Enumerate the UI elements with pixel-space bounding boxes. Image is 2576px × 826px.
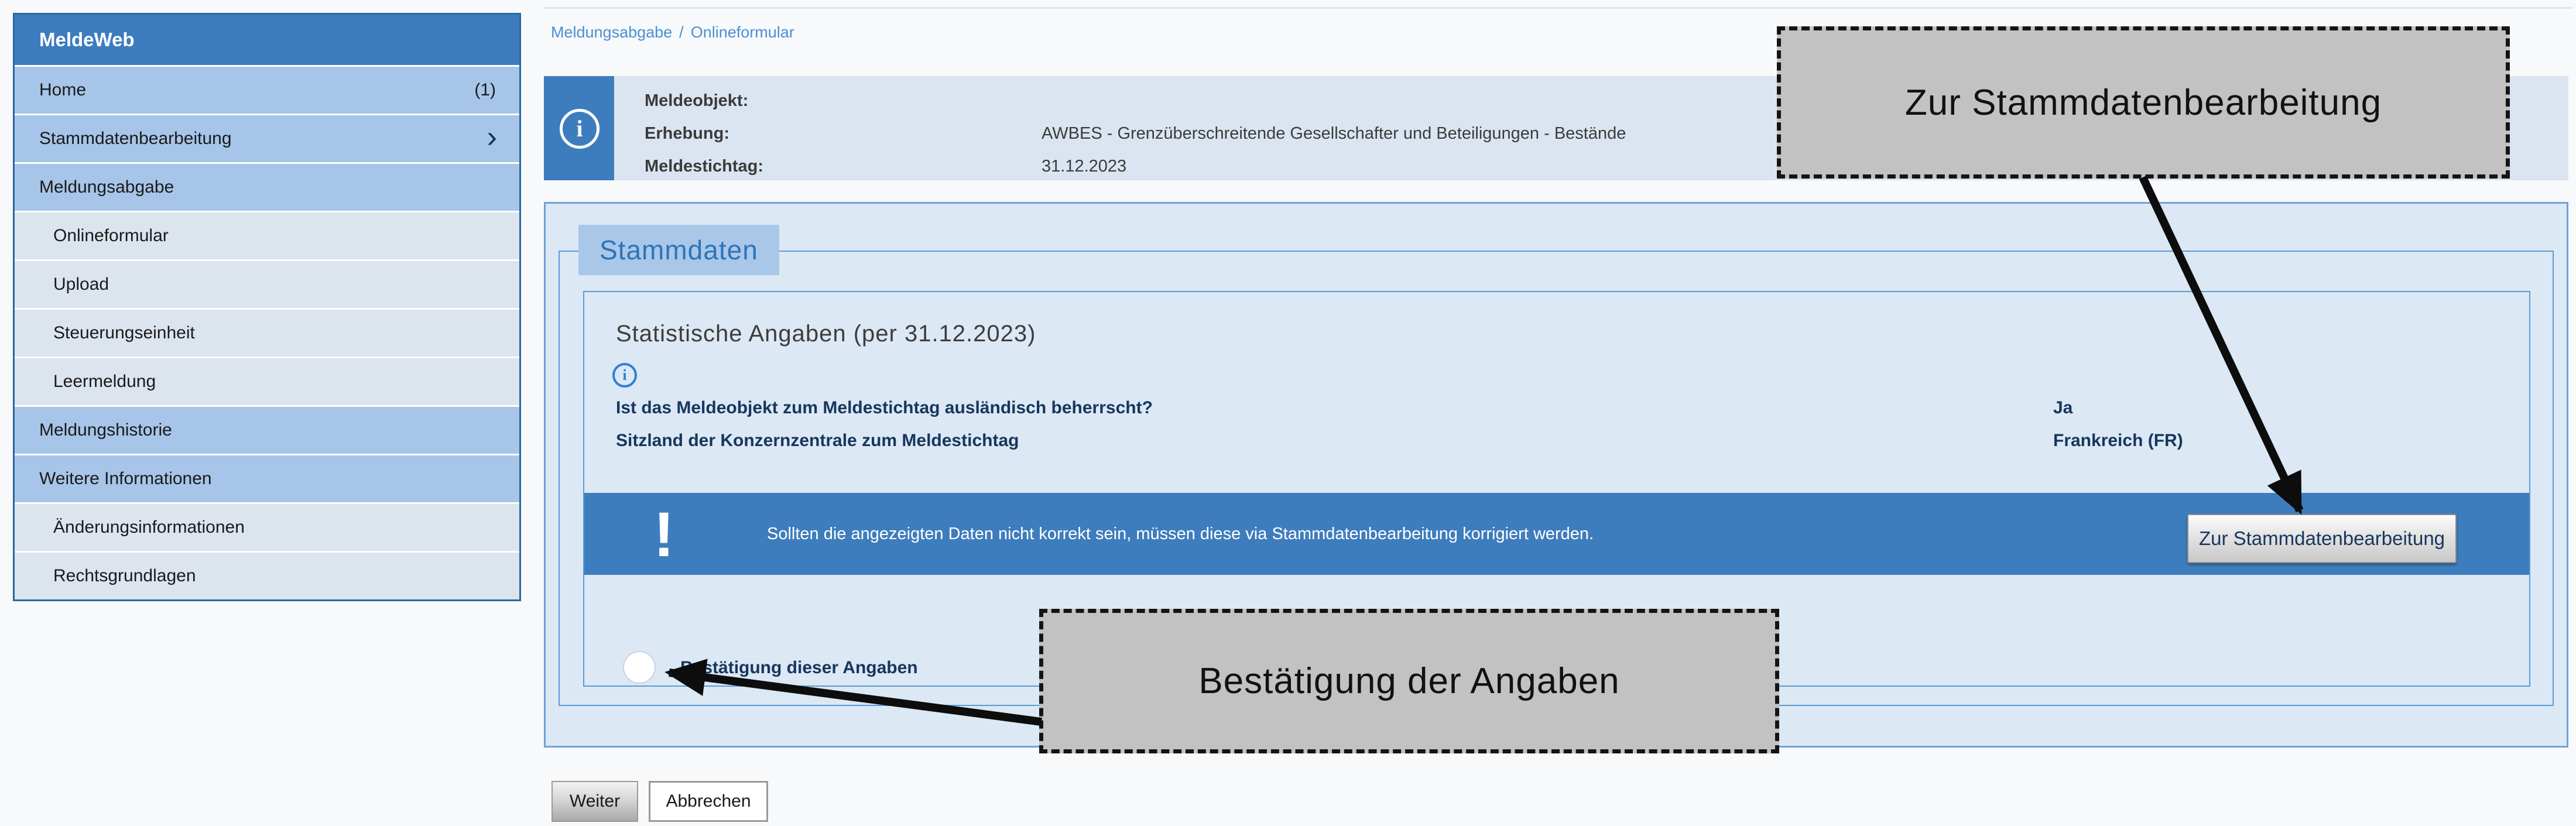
sidebar-item-label: Stammdatenbearbeitung (39, 129, 232, 148)
sidebar-item-label: Home (39, 80, 86, 100)
sidebar-item-meldungsabgabe[interactable]: Meldungsabgabe (15, 164, 519, 213)
sidebar-item-home[interactable]: Home (1) (15, 67, 519, 115)
erhebung-label: Erhebung: (645, 124, 729, 143)
sidebar-item-aenderungsinformationen[interactable]: Änderungsinformationen (15, 504, 519, 553)
meldestichtag-label: Meldestichtag: (645, 157, 763, 176)
info-row-erhebung: Erhebung: (645, 124, 729, 143)
chevron-right-icon: › (487, 115, 497, 159)
sidebar-item-rechtsgrundlagen[interactable]: Rechtsgrundlagen (15, 553, 519, 599)
callout-bestaetigung-der-angaben: Bestätigung der Angaben (1039, 609, 1779, 753)
question-sitzland-konzernzentrale: Sitzland der Konzernzentrale zum Meldest… (616, 431, 1019, 451)
confirm-radio-label: Bestätigung dieser Angaben (680, 658, 918, 678)
exclamation-icon: ! (653, 498, 674, 571)
sidebar-item-weitere-informationen[interactable]: Weitere Informationen (15, 455, 519, 504)
warning-banner: ! Sollten die angezeigten Daten nicht ko… (584, 493, 2529, 575)
sidebar-item-onlineformular[interactable]: Onlineformular (15, 213, 519, 261)
breadcrumb-separator: / (672, 23, 691, 41)
question-auslaendisch-beherrscht: Ist das Meldeobjekt zum Meldestichtag au… (616, 398, 1153, 418)
breadcrumb-link-meldungsabgabe[interactable]: Meldungsabgabe (551, 23, 672, 41)
statistische-angaben-title: Statistische Angaben (per 31.12.2023) (616, 321, 1036, 347)
app-title: MeldeWeb (15, 15, 519, 67)
info-row-meldeobjekt: Meldeobjekt: (645, 91, 748, 111)
sidebar-item-stammdatenbearbeitung[interactable]: Stammdatenbearbeitung › (15, 115, 519, 164)
breadcrumb-link-onlineformular[interactable]: Onlineformular (691, 23, 794, 41)
sidebar-item-upload[interactable]: Upload (15, 261, 519, 310)
sidebar-item-label: Onlineformular (53, 226, 169, 245)
top-divider (544, 7, 2573, 9)
zur-stammdatenbearbeitung-button[interactable]: Zur Stammdatenbearbeitung (2187, 514, 2457, 563)
sidebar-item-meldungshistorie[interactable]: Meldungshistorie (15, 407, 519, 455)
weiter-button[interactable]: Weiter (551, 781, 638, 822)
answer-sitzland-konzernzentrale: Frankreich (FR) (2053, 431, 2183, 451)
abbrechen-button[interactable]: Abbrechen (649, 781, 768, 822)
sidebar-item-steuerungseinheit[interactable]: Steuerungseinheit (15, 310, 519, 358)
sidebar-item-label: Meldungsabgabe (39, 177, 174, 197)
breadcrumb: Meldungsabgabe/Onlineformular (551, 23, 794, 42)
info-panel-stripe: i (544, 76, 614, 180)
info-icon: i (560, 109, 600, 149)
sidebar-item-label: Steuerungseinheit (53, 323, 195, 342)
sidebar-item-leermeldung[interactable]: Leermeldung (15, 358, 519, 407)
callout-zur-stammdatenbearbeitung: Zur Stammdatenbearbeitung (1777, 26, 2510, 179)
meldestichtag-value: 31.12.2023 (1042, 157, 1126, 176)
info-icon-small[interactable]: i (612, 363, 637, 388)
confirm-radio[interactable] (623, 651, 656, 684)
home-count-badge: (1) (474, 67, 496, 114)
callout-text: Zur Stammdatenbearbeitung (1905, 82, 2382, 124)
sidebar-item-label: Meldungshistorie (39, 420, 172, 440)
meldeobjekt-label: Meldeobjekt: (645, 91, 748, 111)
erhebung-value: AWBES - Grenzüberschreitende Gesellschaf… (1042, 124, 1626, 143)
sidebar-item-label: Rechtsgrundlagen (53, 566, 196, 585)
sidebar: MeldeWeb Home (1) Stammdatenbearbeitung … (13, 13, 521, 601)
sidebar-item-label: Upload (53, 275, 109, 294)
info-row-meldestichtag: Meldestichtag: (645, 157, 763, 176)
warning-text: Sollten die angezeigten Daten nicht korr… (767, 493, 1594, 575)
sidebar-item-label: Weitere Informationen (39, 469, 212, 488)
callout-text: Bestätigung der Angaben (1198, 660, 1619, 702)
sidebar-item-label: Änderungsinformationen (53, 517, 245, 537)
tab-stammdaten: Stammdaten (578, 225, 779, 275)
answer-auslaendisch-beherrscht: Ja (2053, 398, 2073, 418)
sidebar-item-label: Leermeldung (53, 372, 156, 391)
